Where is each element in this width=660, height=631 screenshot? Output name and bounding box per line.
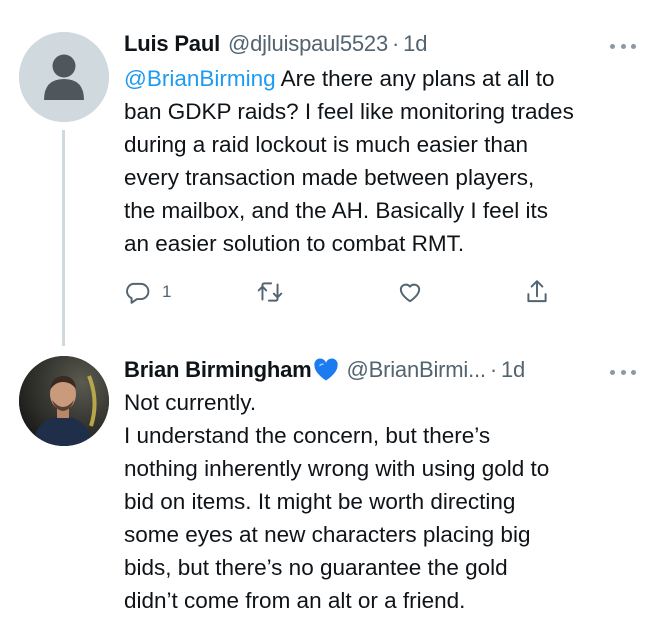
tweet-text-line: Not currently.	[124, 390, 257, 415]
tweet-time[interactable]: 1d	[501, 357, 525, 383]
avatar[interactable]	[19, 32, 109, 122]
tweet-text: @BrianBirming Are there any plans at all…	[124, 62, 644, 260]
profile-photo	[19, 356, 109, 446]
more-icon[interactable]	[610, 36, 636, 56]
tweet-header: Luis Paul @djluispaul5523 · 1d	[124, 27, 427, 61]
more-icon[interactable]	[610, 362, 636, 382]
tweet-time[interactable]: 1d	[403, 31, 427, 57]
retweet-icon	[257, 282, 283, 302]
tweet-text-line: didn’t come from an alt or a friend.	[124, 588, 466, 613]
reply-button[interactable]: 1	[124, 275, 171, 309]
tweet-text-line: some eyes at new characters placing big	[124, 522, 531, 547]
retweet-button[interactable]	[256, 275, 284, 309]
tweet-text-line: I understand the concern, but there’s	[124, 423, 491, 448]
tweet-text-line: @BrianBirming Are there any plans at all…	[124, 62, 644, 95]
author-handle[interactable]: @BrianBirmi...	[347, 357, 487, 383]
tweet[interactable]: Luis Paul @djluispaul5523 · 1d @BrianBir…	[0, 0, 660, 346]
tweet-text-line: bid on items. It might be worth directin…	[124, 489, 516, 514]
tweet-text-line: an easier solution to combat RMT.	[124, 231, 465, 256]
share-icon	[527, 280, 547, 303]
tweet-text: Not currently. I understand the concern,…	[124, 386, 644, 617]
reply-icon	[126, 282, 150, 304]
blue-heart-icon	[313, 358, 338, 381]
like-button[interactable]	[396, 275, 424, 309]
tweet-text-line: ban GDKP raids? I feel like monitoring t…	[124, 99, 574, 124]
tweet-actions: 1	[124, 275, 564, 309]
default-avatar-icon	[19, 32, 109, 122]
avatar[interactable]	[19, 356, 109, 446]
tweet-text-line: bids, but there’s no guarantee the gold	[124, 555, 508, 580]
author-name[interactable]: Brian Birmingham	[124, 357, 312, 383]
tweet-text-segment: Are there any plans at all to	[275, 66, 555, 91]
reply-count: 1	[162, 282, 172, 301]
tweet-thread: Luis Paul @djluispaul5523 · 1d @BrianBir…	[0, 0, 660, 631]
tweet-text-line: nothing inherently wrong with using gold…	[124, 456, 550, 481]
mention-link[interactable]: @BrianBirming	[124, 66, 276, 91]
separator-dot: ·	[489, 357, 497, 382]
separator-dot: ·	[392, 31, 400, 56]
tweet-text-line: the mailbox, and the AH. Basically I fee…	[124, 198, 548, 223]
thread-connector-line	[62, 130, 65, 346]
heart-icon	[399, 283, 421, 303]
author-name[interactable]: Luis Paul	[124, 31, 220, 57]
tweet-header: Brian Birmingham @BrianBirmi... · 1d	[124, 353, 525, 387]
tweet-text-line: every transaction made between players,	[124, 165, 535, 190]
tweet[interactable]: Brian Birmingham @BrianBirmi... · 1d Not…	[0, 346, 660, 631]
tweet-text-line: during a raid lockout is much easier tha…	[124, 132, 528, 157]
author-handle[interactable]: @djluispaul5523	[228, 31, 388, 57]
share-button[interactable]	[524, 275, 550, 309]
